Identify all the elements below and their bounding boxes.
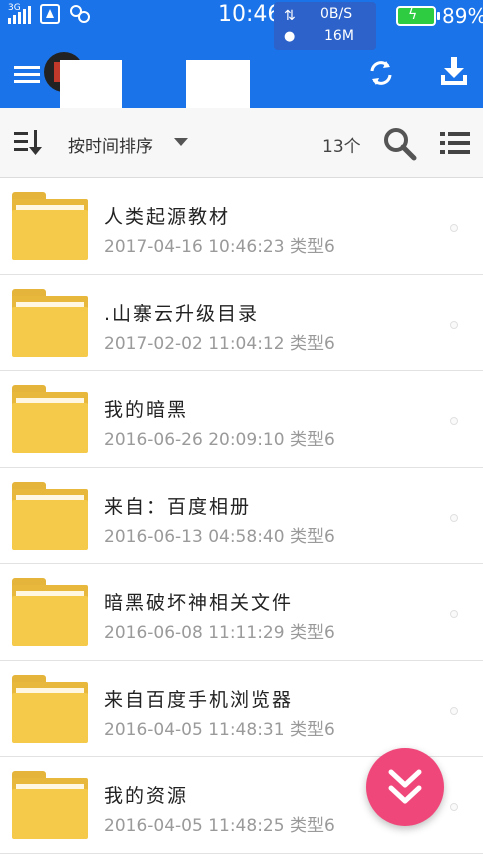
file-name: 我的暗黑: [104, 399, 189, 421]
hamburger-menu-icon[interactable]: [14, 62, 40, 88]
file-name: 来自：百度相册: [104, 495, 252, 518]
notification-icon: [40, 4, 60, 24]
network-speed-panel: ⇅ ● 0B/S 16M: [274, 2, 376, 50]
list-item[interactable]: 人类起源教材 2017-04-16 10:46:23 类型6: [0, 178, 483, 275]
list-item[interactable]: 暗黑破坏神相关文件 2016-06-08 11:11:29 类型6: [0, 564, 483, 661]
sort-bar: 按时间排序 13个: [0, 108, 483, 178]
file-type: 类型6: [289, 430, 335, 450]
file-name: 人类起源教材: [104, 206, 231, 228]
sort-dropdown[interactable]: 按时间排序: [68, 132, 153, 157]
file-type: 类型6: [289, 719, 335, 740]
select-indicator[interactable]: [450, 224, 458, 232]
chevron-down-icon[interactable]: [174, 138, 188, 146]
file-meta: 2016-06-08 11:11:29 类型6: [104, 618, 335, 643]
select-indicator[interactable]: [450, 417, 458, 425]
speed-value: 0B/S: [320, 6, 353, 22]
folder-icon: [12, 481, 88, 550]
file-meta: 2016-06-13 04:58:40 类型6: [104, 522, 335, 547]
select-indicator[interactable]: [450, 706, 458, 715]
file-type: 类型6: [289, 816, 335, 836]
file-type: 类型6: [289, 526, 335, 547]
battery-icon: ϟ: [396, 6, 440, 26]
sort-icon[interactable]: [14, 130, 44, 156]
file-meta: 2016-06-26 20:09:10 类型6: [104, 425, 335, 450]
file-name: 我的资源: [104, 785, 189, 807]
list-item[interactable]: .山寨云升级目录 2017-02-02 11:04:12 类型6: [0, 274, 483, 371]
select-indicator[interactable]: [450, 610, 458, 618]
file-type: 类型6: [289, 333, 335, 354]
file-date: 2016-06-13 04:58:40: [104, 526, 285, 547]
file-date: 2017-04-16 10:46:23: [104, 237, 285, 257]
signal-icon: [8, 6, 31, 24]
file-date: 2016-06-26 20:09:10: [104, 430, 285, 450]
file-date: 2016-04-05 11:48:31: [104, 719, 285, 740]
list-view-icon[interactable]: [440, 130, 470, 156]
file-date: 2017-02-02 11:04:12: [104, 333, 285, 354]
clock: 10:46: [218, 2, 282, 27]
download-icon[interactable]: [440, 56, 468, 86]
folder-icon: [12, 288, 88, 357]
search-icon[interactable]: [382, 126, 418, 162]
folder-icon: [12, 385, 88, 453]
clover-icon: [70, 5, 90, 23]
file-name: .山寨云升级目录: [104, 302, 260, 325]
folder-icon: [12, 192, 88, 260]
select-indicator[interactable]: [450, 803, 458, 811]
list-item[interactable]: 来自：百度相册 2016-06-13 04:58:40 类型6: [0, 467, 483, 564]
file-type: 类型6: [289, 237, 335, 257]
file-type: 类型6: [289, 623, 335, 643]
data-total: 16M: [324, 28, 354, 44]
file-name: 来自百度手机浏览器: [104, 688, 294, 711]
folder-icon: [12, 674, 88, 743]
file-meta: 2017-04-16 10:46:23 类型6: [104, 232, 335, 257]
file-date: 2016-04-05 11:48:25: [104, 816, 285, 836]
file-meta: 2016-04-05 11:48:31 类型6: [104, 715, 335, 740]
battery-percent: 89%: [442, 4, 483, 28]
file-meta: 2017-02-02 11:04:12 类型6: [104, 329, 335, 354]
file-date: 2016-06-08 11:11:29: [104, 623, 285, 643]
item-count: 13个: [322, 137, 361, 157]
select-indicator[interactable]: [450, 513, 458, 522]
file-meta: 2016-04-05 11:48:25 类型6: [104, 811, 335, 836]
select-indicator[interactable]: [450, 320, 458, 329]
list-item[interactable]: 我的暗黑 2016-06-26 20:09:10 类型6: [0, 371, 483, 468]
sync-icon[interactable]: [366, 58, 396, 88]
list-item[interactable]: 来自百度手机浏览器 2016-04-05 11:48:31 类型6: [0, 660, 483, 757]
file-name: 暗黑破坏神相关文件: [104, 592, 294, 614]
expand-fab-button[interactable]: [366, 748, 444, 826]
double-chevron-down-icon: [388, 769, 422, 804]
folder-icon: [12, 578, 88, 646]
updown-arrow-icon: ⇅: [284, 8, 296, 24]
water-drop-icon: ●: [284, 29, 296, 44]
folder-icon: [12, 771, 88, 839]
app-bar: [0, 52, 483, 130]
status-bar: 3G 10:46 ⇅ ● 0B/S 16M ϟ 89%: [0, 0, 483, 52]
